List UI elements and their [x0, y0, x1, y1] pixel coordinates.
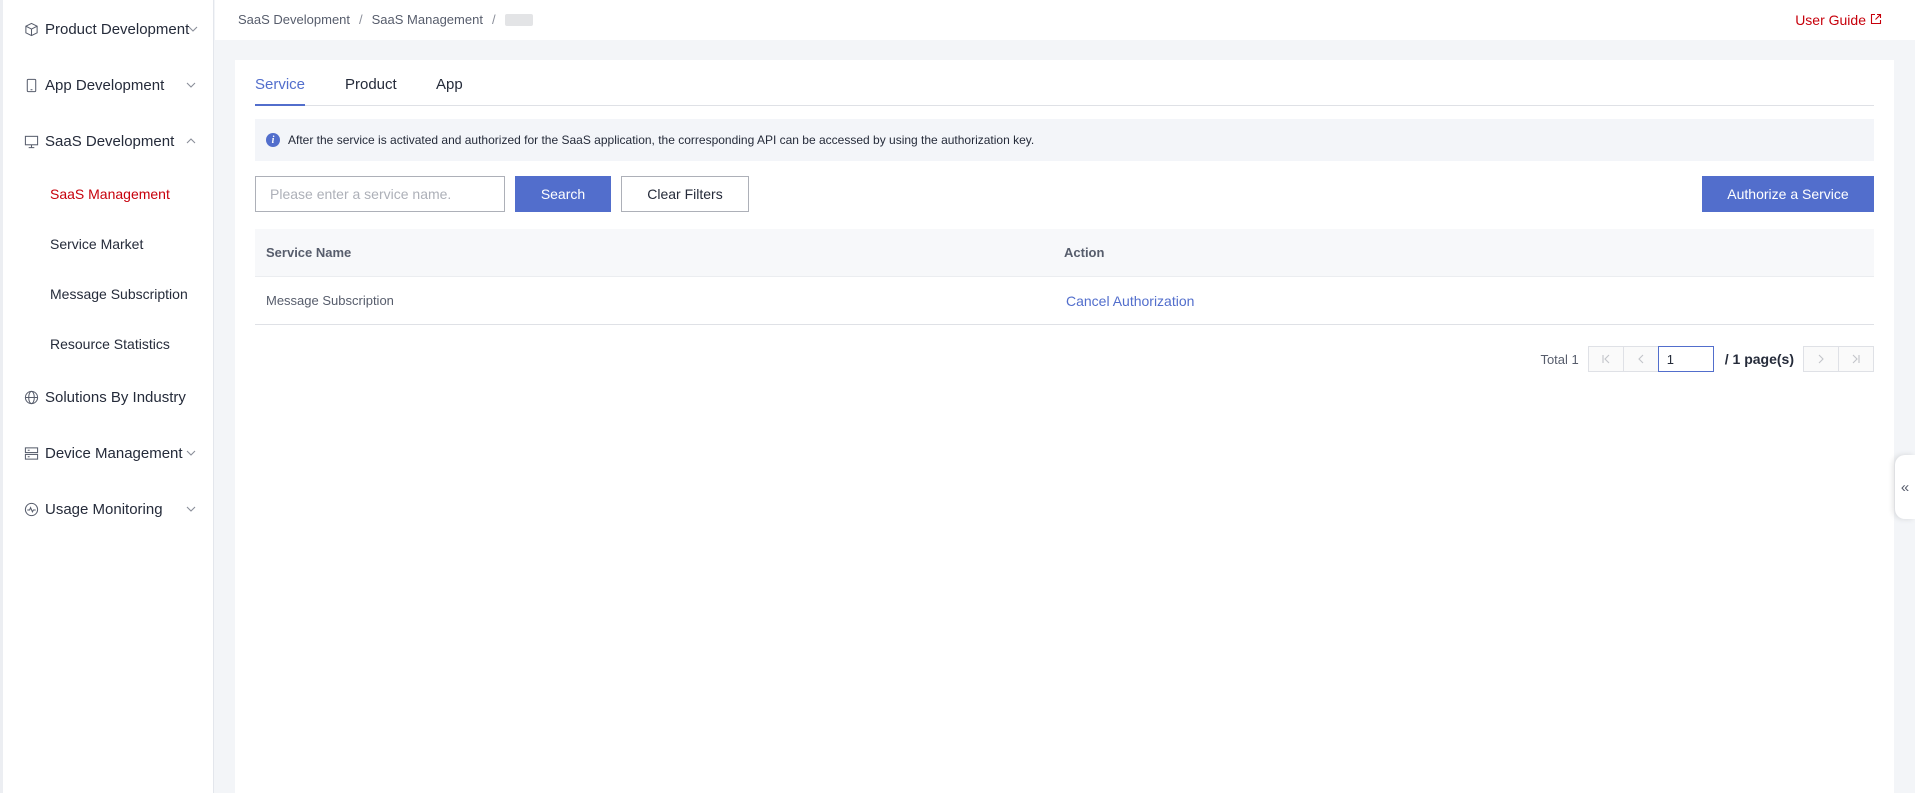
server-icon [23, 445, 39, 461]
sidebar-item-service-market[interactable]: Service Market [50, 236, 143, 252]
double-chevron-left-icon[interactable]: « [1895, 455, 1915, 519]
user-guide-link[interactable]: User Guide [1795, 12, 1882, 28]
pulse-icon [23, 501, 39, 517]
cell-service-name: Message Subscription [266, 293, 394, 308]
chevron-down-icon [183, 445, 199, 461]
sidebar-group-saas-development[interactable]: SaaS Development [23, 129, 199, 153]
breadcrumb: SaaS Development / SaaS Management / [238, 12, 533, 27]
sidebar-group-label: SaaS Development [45, 132, 175, 150]
tab-service[interactable]: Service [255, 76, 306, 106]
cube-icon [23, 21, 39, 37]
sidebar-group-label: App Development [45, 76, 165, 94]
column-header-service-name: Service Name [266, 245, 352, 260]
sidebar-group-solutions-by-industry[interactable]: Solutions By Industry [23, 385, 199, 409]
chevron-up-icon [183, 133, 199, 149]
info-alert: i After the service is activated and aut… [255, 119, 1874, 161]
services-table: Service Name Action Message Subscription… [255, 229, 1874, 325]
sidebar-group-product-development[interactable]: Product Development [23, 17, 199, 41]
globe-icon [23, 389, 39, 405]
top-header: SaaS Development / SaaS Management / Use… [215, 0, 1915, 40]
service-name-search-input[interactable] [255, 176, 505, 212]
clear-filters-button[interactable]: Clear Filters [621, 176, 749, 212]
info-alert-text: After the service is activated and autho… [288, 133, 1035, 147]
page-number-input[interactable] [1657, 346, 1714, 372]
authorize-service-button[interactable]: Authorize a Service [1702, 176, 1874, 212]
table-row: Message Subscription Cancel Authorizatio… [255, 277, 1874, 325]
sidebar-group-app-development[interactable]: App Development [23, 73, 199, 97]
tab-product[interactable]: Product [345, 76, 397, 106]
user-guide-label: User Guide [1795, 12, 1866, 28]
sidebar-group-label: Solutions By Industry [45, 388, 186, 406]
sidebar-item-resource-statistics[interactable]: Resource Statistics [50, 336, 170, 352]
breadcrumb-separator: / [491, 12, 496, 27]
chevron-down-icon [183, 77, 199, 93]
pagination-page-count: / 1 page(s) [1724, 351, 1794, 367]
last-page-icon[interactable] [1838, 346, 1874, 372]
next-page-icon[interactable] [1803, 346, 1839, 372]
sidebar-item-message-subscription[interactable]: Message Subscription [50, 286, 188, 302]
sidebar-group-label: Usage Monitoring [45, 500, 163, 518]
chevron-down-icon [183, 501, 199, 517]
pagination: Total 1 / 1 page(s) [1540, 346, 1874, 372]
column-header-action: Action [1064, 245, 1105, 260]
sidebar-group-usage-monitoring[interactable]: Usage Monitoring [23, 497, 199, 521]
tab-bar: Service Product App [255, 60, 1874, 106]
sidebar: Product Development App Development SaaS… [0, 0, 214, 793]
search-button[interactable]: Search [515, 176, 611, 212]
pagination-total: Total 1 [1540, 351, 1579, 367]
breadcrumb-separator: / [359, 12, 363, 27]
breadcrumb-item-saas-development[interactable]: SaaS Development [238, 12, 350, 27]
sidebar-group-label: Product Development [45, 20, 190, 38]
chevron-down-icon [185, 21, 201, 37]
table-header: Service Name Action [255, 229, 1874, 277]
breadcrumb-item-saas-management[interactable]: SaaS Management [372, 12, 483, 27]
main-card: Service Product App i After the service … [235, 60, 1894, 793]
first-page-icon[interactable] [1587, 346, 1624, 372]
breadcrumb-item-redacted [504, 13, 533, 26]
info-icon: i [266, 133, 280, 147]
prev-page-icon[interactable] [1622, 346, 1659, 372]
mobile-icon [23, 77, 39, 93]
tab-app[interactable]: App [436, 76, 463, 106]
external-link-icon [1870, 12, 1882, 28]
cancel-authorization-link[interactable]: Cancel Authorization [1066, 293, 1194, 309]
sidebar-group-label: Device Management [45, 444, 183, 462]
sidebar-item-saas-management[interactable]: SaaS Management [50, 186, 170, 202]
monitor-icon [23, 133, 39, 149]
sidebar-group-device-management[interactable]: Device Management [23, 441, 199, 465]
